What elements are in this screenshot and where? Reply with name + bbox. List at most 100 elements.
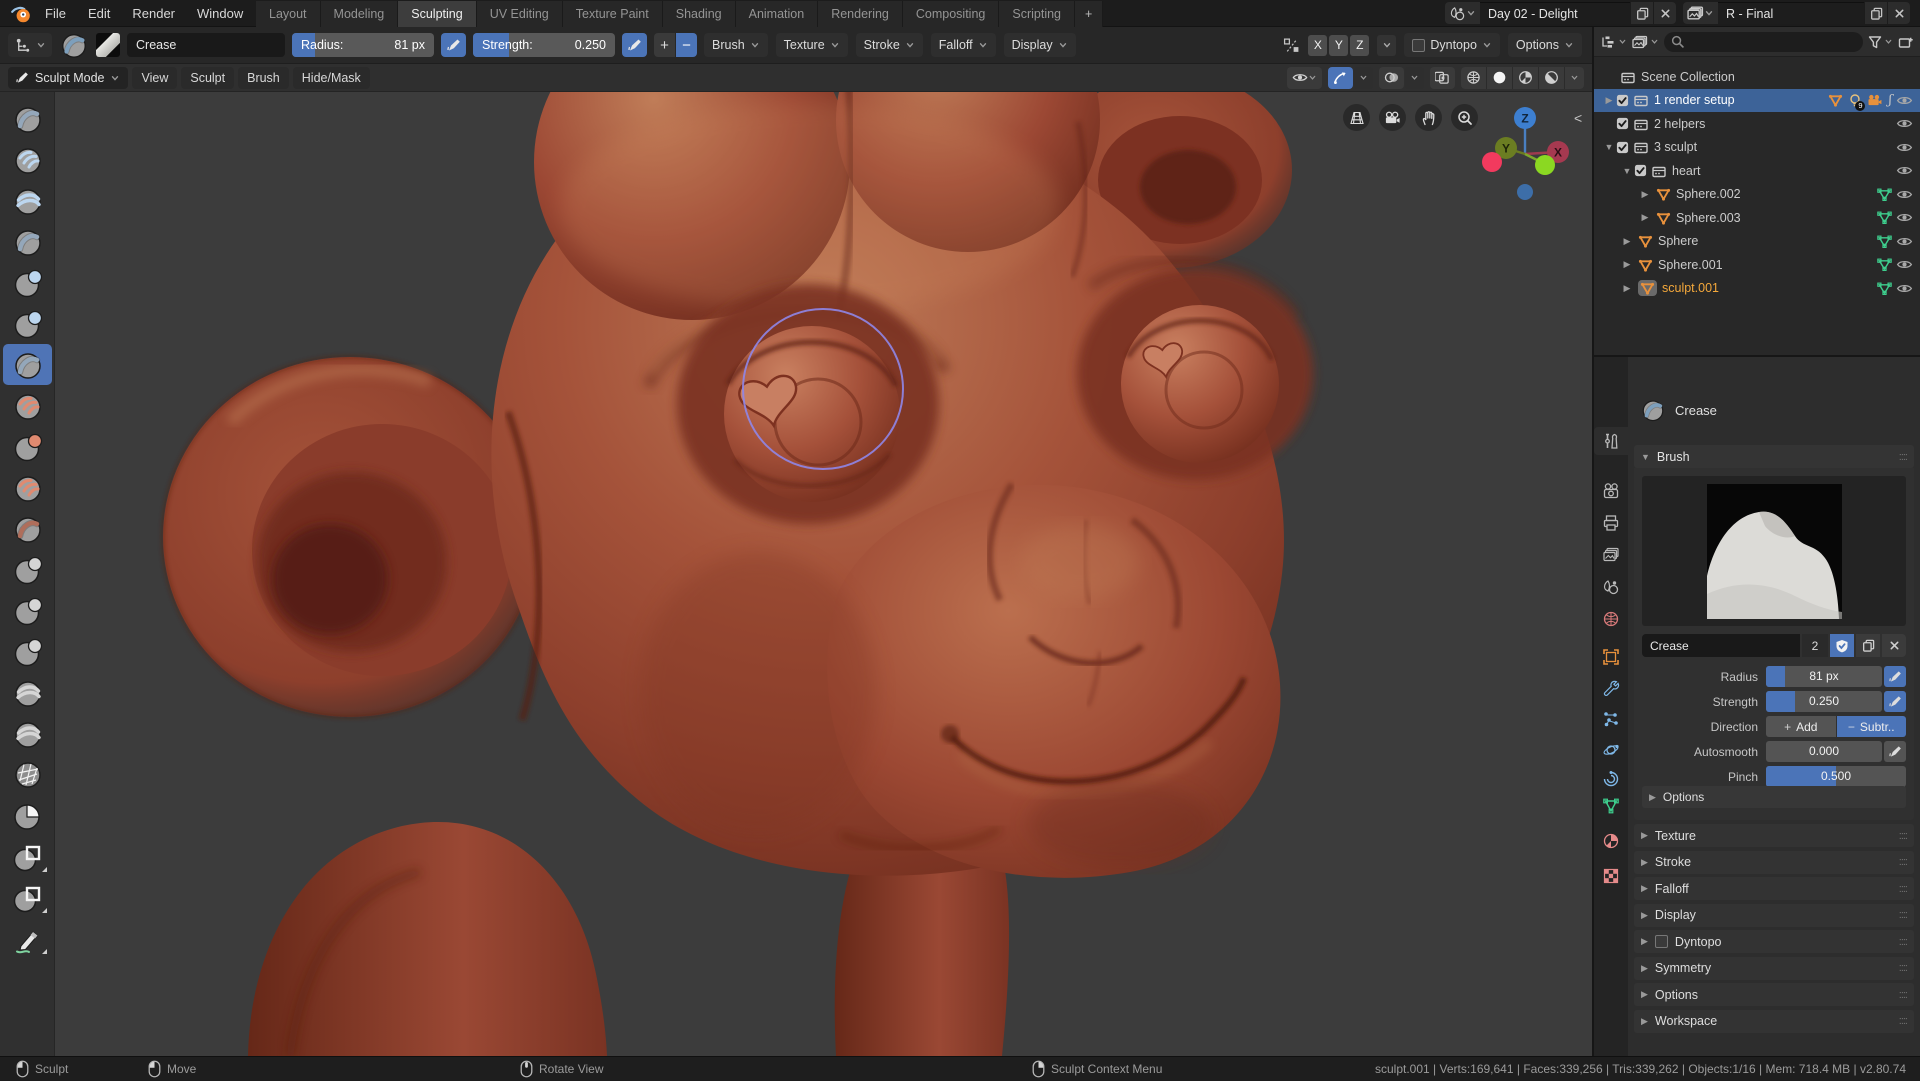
new-collection-button[interactable] [1898,34,1914,49]
add-workspace-tab[interactable]: + [1075,1,1104,27]
brush-users-count[interactable]: 2 [1802,634,1828,657]
mode-selector[interactable]: Sculpt Mode [8,66,129,89]
panel-workspace[interactable]: ▶ Workspace:::: [1634,1009,1914,1033]
expand-toggle[interactable]: ▼ [1602,142,1616,152]
direction-add-button[interactable]: + [654,33,675,57]
editor-type-selector[interactable] [1600,35,1627,49]
expand-toggle[interactable]: ▶ [1620,259,1634,270]
show-object-types-dropdown[interactable] [1287,66,1322,89]
hide-in-viewport-eye-icon[interactable] [1896,259,1913,270]
tool-pinch[interactable] [3,508,52,549]
pinch-slider[interactable]: 0.500 [1766,766,1906,787]
menu-window[interactable]: Window [186,0,254,27]
radius-pressure-toggle[interactable] [1884,666,1906,687]
shading-dropdown[interactable] [1565,66,1584,89]
tool-annotate[interactable] [3,918,52,959]
view-layer-name-field[interactable]: R - Final [1718,2,1864,24]
direction-subtract-button[interactable]: − [676,33,697,57]
scene-new-copy-button[interactable] [1631,2,1653,24]
tool-blob[interactable] [3,303,52,344]
view-layer-new-copy-button[interactable] [1865,2,1887,24]
tool-menu-brush[interactable]: Brush [704,33,768,57]
viewport-menu-sculpt[interactable]: Sculpt [181,66,235,89]
blender-logo-icon[interactable] [10,4,32,24]
tool-crease[interactable] [3,344,52,385]
autosmooth-pressure-toggle[interactable] [1884,741,1906,762]
visibility-checkbox[interactable] [1616,141,1629,154]
hide-in-viewport-eye-icon[interactable] [1896,212,1913,223]
strength-slider[interactable]: 0.250 [1766,691,1882,712]
new-brush-button[interactable] [1856,634,1880,657]
orthographic-grid-button[interactable] [1343,104,1370,131]
workspace-tab-rendering[interactable]: Rendering [818,1,903,27]
tool-menu-stroke[interactable]: Stroke [855,33,923,57]
workspace-tab-scripting[interactable]: Scripting [999,1,1076,27]
properties-tab-output[interactable] [1594,509,1628,537]
unlink-brush-button[interactable] [1882,634,1906,657]
brush-name-field[interactable]: Crease [127,33,285,57]
outliner-row-2-helpers[interactable]: 2 helpers [1594,112,1920,136]
shading-material-button[interactable] [1513,66,1538,89]
symmetry-dropdown[interactable] [1377,34,1397,56]
workspace-tab-texture-paint[interactable]: Texture Paint [562,1,663,27]
properties-tab-layer[interactable] [1594,541,1628,569]
tool-menu-falloff[interactable]: Falloff [930,33,996,57]
shading-rendered-button[interactable] [1539,66,1564,89]
panel-stroke[interactable]: ▶ Stroke:::: [1634,850,1914,874]
tool-nudge[interactable] [3,672,52,713]
tool-rotate[interactable] [3,713,52,754]
tool-mask[interactable] [3,795,52,836]
strength-slider[interactable]: Strength: 0.250 [473,33,615,57]
gizmo-z-negative[interactable] [1517,184,1533,200]
properties-tab-data[interactable] [1594,792,1628,820]
zoom-view-button[interactable] [1451,104,1478,131]
properties-tab-scene[interactable] [1594,573,1628,601]
symmetry-z-toggle[interactable]: Z [1350,34,1370,56]
gizmo-y-negative[interactable] [1535,155,1555,175]
tool-box-hide[interactable] [3,877,52,918]
panel-dyntopo[interactable]: ▶ Dyntopo:::: [1634,930,1914,953]
outliner-row-sphere-001[interactable]: ▶ Sphere.001 [1594,253,1920,277]
properties-tab-tool[interactable] [1594,427,1628,455]
workspace-tab-sculpting[interactable]: Sculpting [398,1,477,27]
options-dropdown[interactable]: Options [1507,33,1582,57]
hide-in-viewport-eye-icon[interactable] [1896,165,1913,176]
workspace-tab-shading[interactable]: Shading [662,1,736,27]
sidebar-collapse-arrow[interactable]: < [1574,110,1582,126]
workspace-tab-layout[interactable]: Layout [256,1,321,27]
visibility-checkbox[interactable] [1616,94,1629,107]
expand-toggle[interactable]: ▼ [1620,166,1634,176]
panel-symmetry[interactable]: ▶ Symmetry:::: [1634,956,1914,980]
expand-toggle[interactable]: ▶ [1602,95,1616,106]
viewport-menu-view[interactable]: View [132,66,178,89]
crease-brush-icon[interactable] [59,30,89,60]
expand-toggle[interactable]: ▶ [1638,212,1652,223]
camera-view-button[interactable] [1379,104,1406,131]
view-layer-delete-button[interactable] [1888,2,1910,24]
hide-in-viewport-eye-icon[interactable] [1896,283,1913,294]
overlays-dropdown[interactable] [1405,66,1424,89]
hide-in-viewport-eye-icon[interactable] [1896,118,1913,129]
properties-tab-physics[interactable] [1594,736,1628,764]
hide-in-viewport-eye-icon[interactable] [1896,95,1913,106]
symmetry-y-toggle[interactable]: Y [1329,34,1349,56]
tool-scrape[interactable] [3,467,52,508]
direction-add-button[interactable]: + Add [1766,716,1836,737]
tool-draw[interactable] [3,98,52,139]
outliner-row-3-sculpt[interactable]: ▼ 3 sculpt [1594,136,1920,160]
properties-tab-particles[interactable] [1594,705,1628,733]
dyntopo-checkbox[interactable] [1412,38,1426,52]
viewport-3d[interactable]: Z Y X < [0,92,1592,1056]
tool-box-mask[interactable] [3,836,52,877]
expand-toggle[interactable]: ▶ [1638,189,1652,200]
tool-clay[interactable] [3,139,52,180]
tool-thumb[interactable] [3,631,52,672]
scene-name-field[interactable]: Day 02 - Delight [1480,2,1630,24]
properties-tab-render[interactable] [1594,477,1628,505]
hide-in-viewport-eye-icon[interactable] [1896,236,1913,247]
active-tool-selector[interactable] [8,33,52,57]
properties-tab-object[interactable] [1594,643,1628,671]
display-mode-selector[interactable] [1632,35,1659,49]
workspace-tab-uv-editing[interactable]: UV Editing [476,1,563,27]
tool-menu-display[interactable]: Display [1003,33,1076,57]
